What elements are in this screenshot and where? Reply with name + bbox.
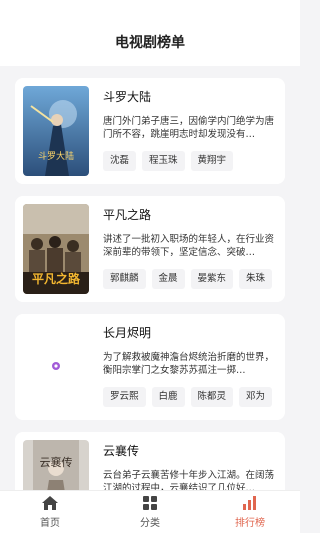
show-description: 为了解救被魔神澹台烬统治折磨的世界，衡阳宗掌门之女黎苏苏孤注一掷…: [103, 352, 275, 376]
show-description: 唐门外门弟子唐三，因偷学内门绝学为唐门所不容，跳崖明志时却发现没有…: [103, 116, 275, 140]
cast-tag[interactable]: 沈磊: [103, 151, 137, 171]
cast-tag[interactable]: 黄翔宇: [190, 151, 234, 171]
cast-tag[interactable]: 白鹿: [151, 387, 185, 407]
show-description: 云台弟子云襄苦修十年步入江湖。在阔荡江湖的过程中，云襄结识了几位好…: [103, 470, 275, 490]
grid-icon: [143, 496, 157, 510]
poster-caption: 斗罗大陆: [37, 152, 74, 162]
tab-label: 首页: [40, 518, 60, 529]
home-icon: [42, 496, 58, 510]
show-poster: 平凡之路: [23, 204, 89, 294]
show-card[interactable]: 云襄传 云襄传 云台弟子云襄苦修十年步入江湖。在阔荡江湖的过程中，云襄结识了几位…: [15, 432, 285, 490]
tab-category[interactable]: 分类: [100, 491, 200, 533]
show-card[interactable]: 斗罗大陆 斗罗大陆 唐门外门弟子唐三，因偷学内门绝学为唐门所不容，跳崖明志时却发…: [15, 78, 285, 184]
cast-tag[interactable]: 程玉珠: [142, 151, 185, 171]
page-title: 电视剧榜单: [115, 35, 185, 51]
show-title[interactable]: 斗罗大陆: [103, 88, 285, 105]
poster-caption: 云襄传: [39, 456, 73, 469]
show-list[interactable]: 斗罗大陆 斗罗大陆 唐门外门弟子唐三，因偷学内门绝学为唐门所不容，跳崖明志时却发…: [0, 66, 300, 490]
cast-tag[interactable]: 金晨: [151, 269, 185, 289]
cast-tag[interactable]: 郭麒麟: [103, 269, 146, 289]
show-poster: [23, 322, 89, 412]
cast-tags: 郭麒麟 金晨 晏紫东 朱珠: [103, 266, 278, 289]
show-poster: 云襄传: [23, 440, 89, 490]
show-description: 讲述了一批初入职场的年轻人，在行业资深前辈的带领下，坚定信念、突破…: [103, 234, 275, 258]
cast-tag[interactable]: 罗云熙: [103, 387, 146, 407]
header-bar: 电视剧榜单: [0, 0, 300, 66]
ranking-icon: [243, 496, 256, 510]
tab-home[interactable]: 首页: [0, 491, 100, 533]
show-card[interactable]: 平凡之路 平凡之路 讲述了一批初入职场的年轻人，在行业资深前辈的带领下，坚定信念…: [15, 196, 285, 302]
poster-caption: 平凡之路: [31, 272, 80, 286]
show-poster: 斗罗大陆: [23, 86, 89, 176]
show-card[interactable]: 长月烬明 为了解救被魔神澹台烬统治折磨的世界，衡阳宗掌门之女黎苏苏孤注一掷… 罗…: [15, 314, 285, 420]
show-title[interactable]: 平凡之路: [103, 206, 285, 223]
cast-tag[interactable]: 晏紫东: [190, 269, 234, 289]
bottom-tab-bar: 首页 分类 排行榜: [0, 490, 300, 533]
cast-tags: 罗云熙 白鹿 陈都灵 邓为: [103, 384, 278, 407]
cast-tag[interactable]: 朱珠: [239, 269, 273, 289]
cast-tags: 沈磊 程玉珠 黄翔宇: [103, 148, 239, 171]
cast-tag[interactable]: 陈都灵: [190, 387, 234, 407]
tab-label: 排行榜: [235, 518, 265, 529]
tab-ranking[interactable]: 排行榜: [200, 491, 300, 533]
show-title[interactable]: 云襄传: [103, 442, 285, 459]
show-title[interactable]: 长月烬明: [103, 324, 285, 341]
tab-label: 分类: [140, 518, 160, 529]
cast-tag[interactable]: 邓为: [239, 387, 273, 407]
